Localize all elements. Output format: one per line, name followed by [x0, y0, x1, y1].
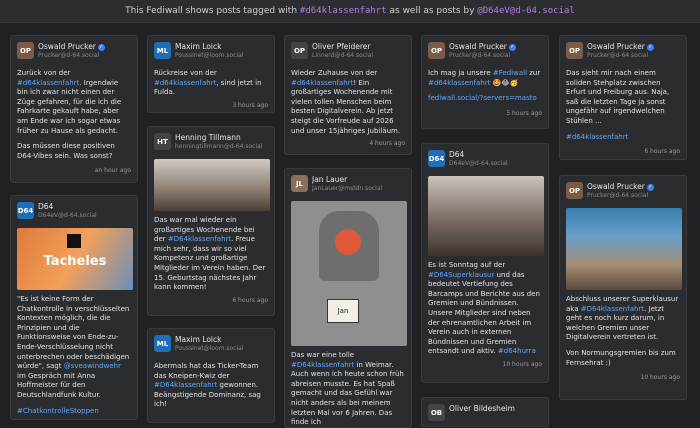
- author-name[interactable]: Jan Lauer: [312, 175, 382, 184]
- hashtag-link[interactable]: #ChatkontrolleStoppen: [17, 407, 131, 417]
- author-name[interactable]: Oliver Pfeiderer: [312, 42, 373, 51]
- author-account: Linnerd@d-64.social: [312, 52, 374, 59]
- post-time[interactable]: 10 hours ago: [566, 374, 680, 381]
- author-account: henningtillmann@d-64.social: [175, 143, 263, 150]
- author-account: Prucker@d-64.social: [587, 52, 649, 59]
- image-caption: Tacheles: [43, 254, 107, 269]
- author-name[interactable]: Maxim Loick: [175, 42, 244, 51]
- author-name[interactable]: Henning Tillmann: [175, 133, 262, 142]
- post-text: Zurück von der #d64klassenfahrt. Irgendw…: [17, 69, 122, 160]
- hashtag-link[interactable]: #D64klassenfahrt: [581, 305, 644, 313]
- post-card[interactable]: OP Oswald Prucker ✓ Prucker@d-64.social A…: [559, 175, 687, 400]
- hashtag-link[interactable]: #D64klassenfahrt: [168, 235, 231, 243]
- post-text: Das sieht mir nach einem soliden Stehpla…: [566, 69, 680, 142]
- banner-account[interactable]: @D64eV@d-64.social: [477, 6, 575, 16]
- author-account: Poussinet@loom.social: [175, 52, 244, 59]
- post-card[interactable]: D64 D64 D64eV@d-64.social Es ist Sonntag…: [421, 143, 549, 383]
- hashtag-link[interactable]: #d64klassenfahrt: [428, 79, 490, 87]
- post-text: Es ist Sonntag auf der #D64Superklausur …: [428, 261, 540, 356]
- hashtag-link[interactable]: #D64Superklausur: [428, 271, 494, 279]
- post-card[interactable]: OP Oswald Prucker ✓ Prucker@d-64.social I…: [421, 35, 549, 129]
- hashtag-link[interactable]: #d64hurra: [498, 347, 536, 355]
- post-card[interactable]: ML Maxim Loick Poussinet@loom.social Rüc…: [147, 35, 275, 113]
- post-card[interactable]: ML Maxim Loick Poussinet@loom.social Abe…: [147, 328, 275, 423]
- post-text: Ich mag ja unsere #Fediwall zur #d64klas…: [428, 69, 542, 104]
- post-text: "Es ist keine Form der Chatkontrolle in …: [17, 295, 131, 417]
- post-text: Rückreise von der #d64klassenfahrt, sind…: [154, 69, 262, 97]
- external-link[interactable]: fediwall.social/?servers=masto: [428, 94, 542, 104]
- banner-text-middle: as well as posts by: [389, 6, 475, 16]
- hashtag-link[interactable]: #Fediwall: [493, 69, 527, 77]
- post-image[interactable]: [566, 208, 682, 290]
- name-badge: Jan: [327, 299, 359, 323]
- post-image[interactable]: Jan: [291, 201, 407, 346]
- author-account: D64eV@d-64.social: [38, 212, 97, 219]
- author-name[interactable]: D64: [38, 202, 97, 211]
- post-text: Wieder Zuhause von der #d64klassenfahrt!…: [291, 69, 401, 135]
- logo-icon: [67, 234, 81, 248]
- hashtag-link[interactable]: #D64klassenfahrt: [291, 361, 354, 369]
- hashtag-link[interactable]: #d64klassenfahrt: [291, 79, 353, 87]
- avatar[interactable]: OP: [428, 42, 445, 59]
- post-card[interactable]: JL Jan Lauer JanLauer@mstdn.social Jan D…: [284, 168, 412, 428]
- verified-icon: ✓: [646, 184, 654, 191]
- post-time[interactable]: 5 hours ago: [428, 110, 542, 117]
- avatar[interactable]: ML: [154, 42, 171, 59]
- avatar[interactable]: HT: [154, 133, 171, 150]
- verified-icon: ✓: [97, 44, 105, 51]
- hashtag-link[interactable]: #d64klassenfahrt: [17, 79, 79, 87]
- post-time[interactable]: an hour ago: [17, 167, 131, 174]
- avatar[interactable]: OP: [566, 182, 583, 199]
- avatar[interactable]: D64: [428, 150, 445, 167]
- post-card[interactable]: OP Oliver Pfeiderer Linnerd@d-64.social …: [284, 35, 412, 155]
- post-card[interactable]: OB Oliver Bildesheim: [421, 397, 549, 427]
- author-name[interactable]: Oswald Prucker: [587, 182, 645, 191]
- author-account: JanLauer@mstdn.social: [312, 185, 383, 192]
- post-card[interactable]: OP Oswald Prucker ✓ Prucker@d-64.social D…: [559, 35, 687, 160]
- author-account: Prucker@d-64.social: [449, 52, 511, 59]
- post-card[interactable]: D64 D64 D64eV@d-64.social Tacheles "Es i…: [10, 195, 138, 420]
- banner-hashtag[interactable]: #d64klassenfahrt: [300, 6, 387, 16]
- sticker-icon: [335, 229, 361, 255]
- avatar[interactable]: JL: [291, 175, 308, 192]
- post-image[interactable]: [154, 159, 270, 211]
- author-account: Prucker@d-64.social: [587, 192, 649, 199]
- verified-icon: ✓: [646, 44, 654, 51]
- mention-link[interactable]: @sveawindwehr: [64, 362, 121, 370]
- author-name[interactable]: Oswald Prucker: [38, 42, 96, 51]
- author-name[interactable]: Maxim Loick: [175, 335, 244, 344]
- author-account: Prucker@d-64.social: [38, 52, 100, 59]
- author-name[interactable]: Oswald Prucker: [449, 42, 507, 51]
- post-text: Das war mal wieder ein großartiges Woche…: [154, 216, 266, 292]
- avatar[interactable]: ML: [154, 335, 171, 352]
- author-account: D64eV@d-64.social: [449, 160, 508, 167]
- fediwall-banner: This Fediwall shows posts tagged with #d…: [0, 0, 700, 23]
- verified-icon: ✓: [508, 44, 516, 51]
- post-time[interactable]: 3 hours ago: [154, 102, 268, 109]
- author-name[interactable]: D64: [449, 150, 508, 159]
- banner-text: This Fediwall shows posts tagged with: [125, 6, 298, 16]
- post-image[interactable]: [428, 176, 544, 256]
- post-time[interactable]: 6 hours ago: [154, 297, 268, 304]
- avatar[interactable]: OP: [291, 42, 308, 59]
- author-name[interactable]: Oliver Bildesheim: [449, 404, 515, 413]
- author-account: Poussinet@loom.social: [175, 345, 244, 352]
- post-card[interactable]: OP Oswald Prucker ✓ Prucker@d-64.social Z…: [10, 35, 138, 183]
- post-time[interactable]: 4 hours ago: [291, 140, 405, 147]
- post-time[interactable]: 10 hours ago: [428, 361, 542, 368]
- post-card[interactable]: HT Henning Tillmann henningtillmann@d-64…: [147, 126, 275, 316]
- post-image[interactable]: Tacheles: [17, 228, 133, 290]
- author-name[interactable]: Oswald Prucker: [587, 42, 645, 51]
- avatar[interactable]: OP: [566, 42, 583, 59]
- hashtag-link[interactable]: #d64klassenfahrt: [154, 79, 216, 87]
- post-text: Abermals hat das Ticker-Team das Kneipen…: [154, 362, 261, 409]
- post-text: Das war eine tolle #D64klassenfahrt in W…: [291, 351, 404, 427]
- hashtag-link[interactable]: #d64klassenfahrt: [566, 133, 680, 143]
- post-text: Abschluss unserer Superklausur aka #D64k…: [566, 295, 679, 367]
- hashtag-link[interactable]: #D64klassenfahrt: [154, 381, 217, 389]
- avatar[interactable]: OP: [17, 42, 34, 59]
- post-time[interactable]: 6 hours ago: [566, 148, 680, 155]
- avatar[interactable]: D64: [17, 202, 34, 219]
